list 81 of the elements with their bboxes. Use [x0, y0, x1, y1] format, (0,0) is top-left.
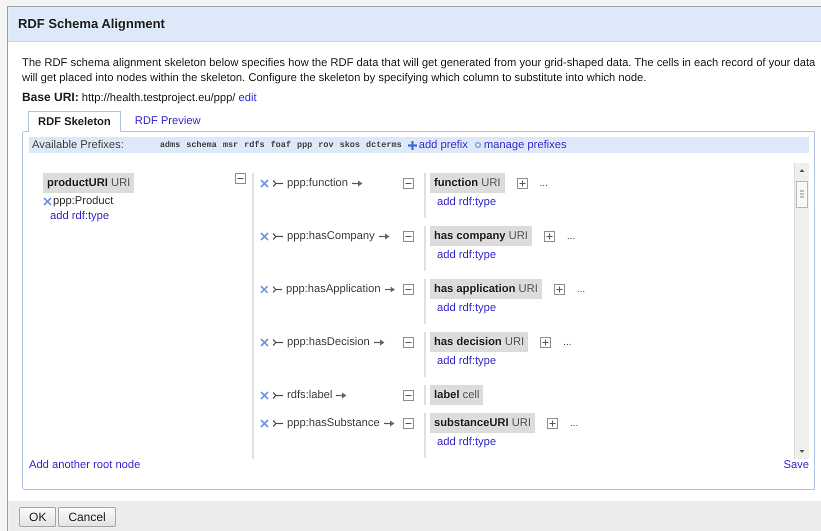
tab[interactable]: RDF Preview — [124, 110, 211, 131]
target-node[interactable]: has application URI — [430, 279, 542, 299]
collapse-icon[interactable] — [403, 178, 414, 188]
plus-icon[interactable] — [408, 140, 417, 150]
arrow-icon — [374, 338, 385, 346]
delete-icon[interactable] — [260, 418, 269, 428]
delete-icon[interactable] — [260, 232, 269, 240]
prefix-tag[interactable]: adms — [160, 140, 180, 150]
add-rdf-type-link[interactable]: add rdf:type — [50, 210, 134, 222]
more-button[interactable]: ... — [540, 178, 548, 188]
collapse-icon[interactable] — [235, 173, 246, 184]
more-button[interactable]: ... — [576, 284, 586, 294]
add-rdf-type-link[interactable]: add rdf:type — [437, 355, 572, 367]
more-button[interactable]: ... — [570, 418, 578, 428]
root-node[interactable]: productURI URI — [43, 173, 134, 193]
target-node[interactable]: has company URI — [430, 226, 532, 246]
delete-icon[interactable] — [260, 390, 269, 400]
delete-icon[interactable] — [260, 338, 269, 346]
prefix-tag[interactable]: ppp — [296, 140, 312, 150]
add-rdf-type-link[interactable]: add rdf:type — [437, 249, 576, 261]
target-node[interactable]: has decision URI — [430, 332, 528, 352]
property-name[interactable]: ppp:hasCompany — [287, 230, 375, 242]
delete-icon[interactable] — [260, 284, 269, 294]
property-name[interactable]: ppp:hasApplication — [286, 283, 381, 295]
property-name[interactable]: rdfs:label — [287, 389, 332, 401]
collapse-icon[interactable] — [403, 336, 414, 348]
prefixes-label: Available Prefixes: — [32, 139, 124, 151]
target-node[interactable]: function URI — [430, 173, 505, 193]
prefix-tag[interactable]: skos — [340, 140, 360, 150]
add-root-node-link[interactable]: Add another root node — [29, 459, 140, 471]
expand-icon[interactable] — [554, 284, 565, 294]
collapse-icon[interactable] — [403, 284, 414, 294]
base-uri-value: http://health.testproject.eu/ppp/ — [82, 92, 236, 104]
tab[interactable]: RDF Skeleton — [28, 111, 121, 132]
arrow-icon — [352, 180, 363, 186]
base-uri-label: Base URI: — [22, 90, 79, 104]
prefix-tag[interactable]: rdfs — [244, 140, 265, 150]
expand-icon[interactable] — [544, 230, 555, 242]
add-rdf-type-link[interactable]: add rdf:type — [437, 196, 548, 208]
prefix-tag[interactable]: dcterms — [366, 140, 402, 150]
property-name[interactable]: ppp:function — [287, 177, 348, 189]
arrow-icon — [336, 392, 348, 398]
more-button[interactable]: ... — [563, 336, 572, 348]
property-tail-icon — [273, 338, 283, 346]
collapse-icon[interactable] — [403, 418, 414, 428]
add-rdf-type-link[interactable]: add rdf:type — [437, 302, 586, 314]
description-text: The RDF schema alignment skeleton below specifies how the RDF data that will get generated from your grid-shaped data. The cells in each record of your data will get placed into nodes within the skeleton. Configure the skeleton by specifying which column to substitute into which node. — [22, 56, 816, 86]
delete-icon[interactable] — [260, 178, 269, 188]
expand-icon[interactable] — [547, 418, 558, 428]
manage-prefixes-link[interactable]: manage prefixes — [484, 139, 567, 151]
prefix-tag[interactable]: rov — [318, 140, 334, 150]
collapse-icon[interactable] — [403, 230, 414, 242]
arrow-icon — [378, 232, 390, 240]
property-tail-icon — [272, 286, 282, 292]
save-link[interactable]: Save — [784, 459, 809, 471]
expand-icon[interactable] — [516, 178, 528, 188]
rdf-type-label: ppp:Product — [53, 195, 114, 207]
target-node[interactable]: substanceURI URI — [430, 413, 535, 433]
property-tail-icon — [273, 180, 283, 186]
arrow-icon — [384, 286, 395, 292]
prefix-tag[interactable]: schema — [186, 140, 217, 150]
edit-link[interactable]: edit — [238, 92, 257, 104]
prefix-tag[interactable]: msr — [222, 140, 238, 150]
add-rdf-type-link[interactable]: add rdf:type — [437, 436, 578, 448]
collapse-icon[interactable] — [403, 390, 414, 400]
target-node[interactable]: label cell — [430, 385, 484, 405]
scrollbar[interactable] — [794, 163, 809, 459]
dialog-title: RDF Schema Alignment — [8, 7, 821, 42]
expand-icon[interactable] — [540, 336, 552, 348]
dialog-button[interactable]: Cancel — [58, 506, 116, 526]
dialog-button[interactable]: OK — [19, 506, 56, 526]
add-prefix-link[interactable]: add prefix — [418, 139, 468, 151]
arrow-icon — [384, 420, 395, 426]
prefix-tag[interactable]: foaf — [270, 140, 291, 150]
more-button[interactable]: ... — [566, 230, 576, 242]
property-tail-icon — [273, 392, 283, 398]
property-tail-icon — [273, 232, 283, 240]
property-name[interactable]: ppp:hasSubstance — [287, 417, 380, 429]
property-tail-icon — [273, 420, 283, 426]
property-name[interactable]: ppp:hasDecision — [287, 336, 370, 348]
delete-icon[interactable] — [43, 196, 52, 206]
